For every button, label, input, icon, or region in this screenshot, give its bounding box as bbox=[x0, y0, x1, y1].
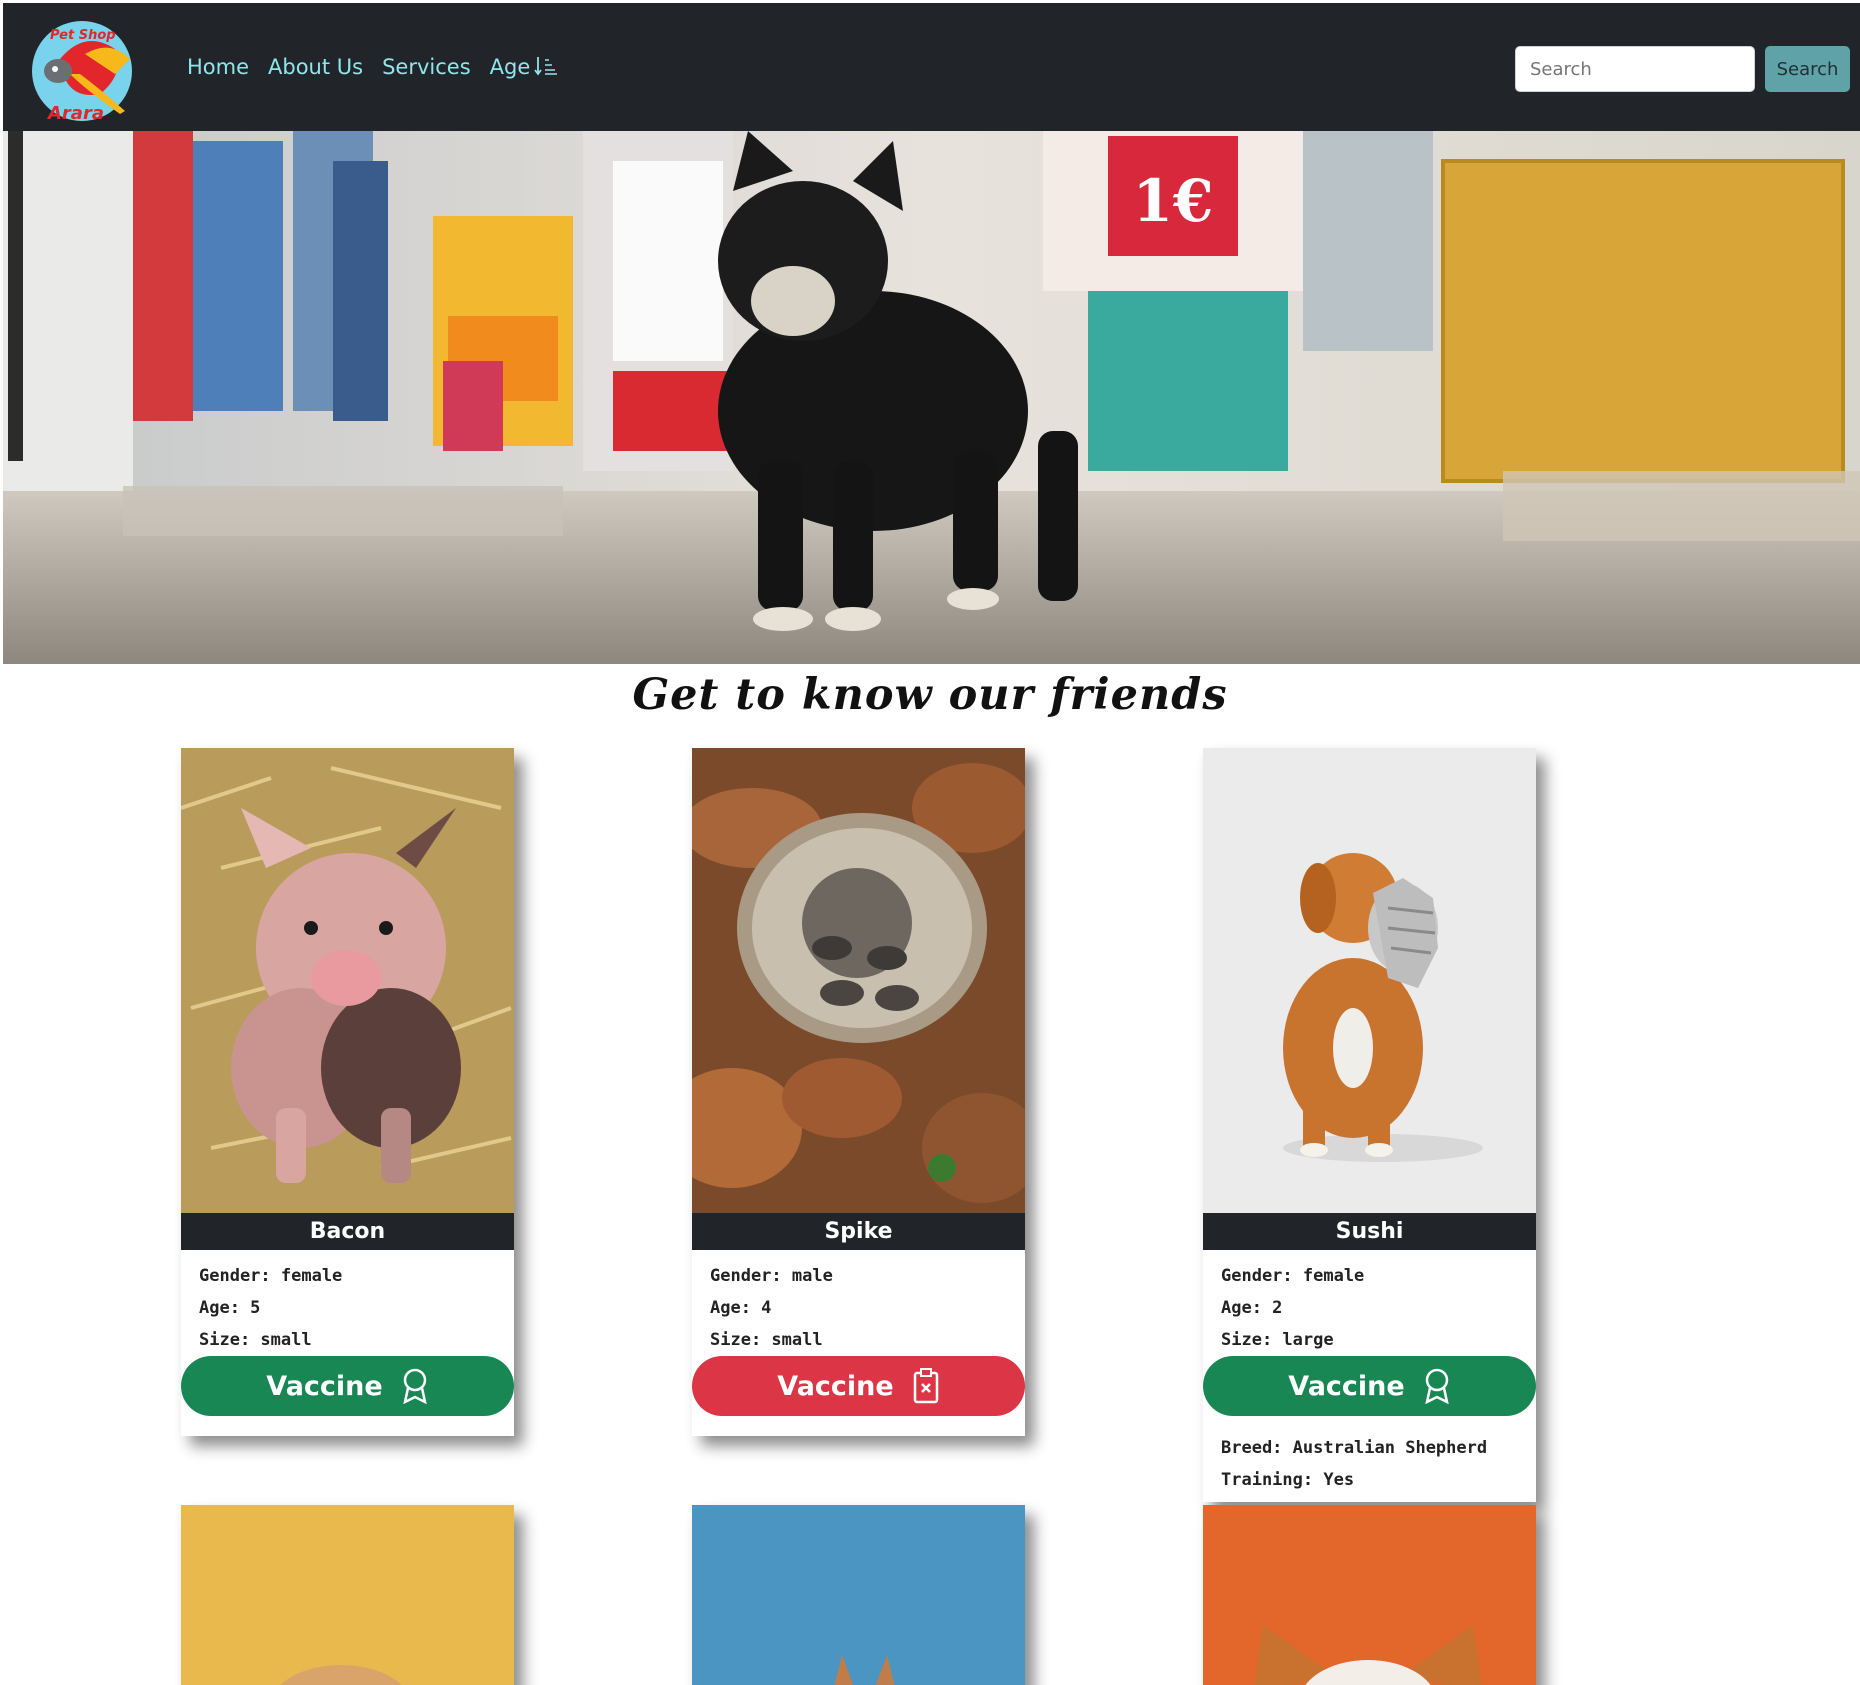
pet-info: Gender: female Age: 5 Size: small bbox=[181, 1250, 514, 1356]
nav-about-link[interactable]: About Us bbox=[268, 55, 363, 79]
navbar: Pet Shop Arara Home About Us Services Ag… bbox=[3, 3, 1860, 131]
svg-text:1€: 1€ bbox=[1133, 167, 1214, 235]
pet-photo-pig bbox=[181, 748, 514, 1213]
award-icon bbox=[403, 1368, 427, 1404]
pet-size: Size: small bbox=[710, 1330, 823, 1350]
pet-training: Training: Yes bbox=[1221, 1470, 1355, 1490]
pet-age: Age: 2 bbox=[1221, 1298, 1283, 1318]
pet-size: Size: small bbox=[199, 1330, 312, 1350]
pet-name: Sushi bbox=[1203, 1213, 1536, 1250]
pet-photo-partial bbox=[692, 1505, 1025, 1685]
page-heading: Get to know our friends bbox=[632, 670, 1228, 720]
pet-photo-dog bbox=[1203, 748, 1536, 1213]
pet-card-bacon: Bacon Gender: female Age: 5 Size: small … bbox=[181, 748, 514, 1436]
vaccine-button[interactable]: Vaccine bbox=[181, 1356, 514, 1416]
pet-age: Age: 4 bbox=[710, 1298, 772, 1318]
pet-name: Spike bbox=[692, 1213, 1025, 1250]
pet-size: Size: large bbox=[1221, 1330, 1334, 1350]
vaccine-label: Vaccine bbox=[266, 1370, 383, 1402]
nav-links: Home About Us Services Age bbox=[187, 55, 558, 79]
vaccine-button[interactable]: Vaccine bbox=[1203, 1356, 1536, 1416]
nav-services-link[interactable]: Services bbox=[382, 55, 471, 79]
pet-card-partial bbox=[692, 1505, 1025, 1685]
pet-card-spike: Spike Gender: male Age: 4 Size: small Va… bbox=[692, 748, 1025, 1436]
pet-name: Bacon bbox=[181, 1213, 514, 1250]
award-icon bbox=[1425, 1368, 1449, 1404]
pet-photo-hedgehog bbox=[692, 748, 1025, 1213]
pet-card-sushi: Sushi Gender: female Age: 2 Size: large … bbox=[1203, 748, 1536, 1502]
hero-image: 1€ bbox=[3, 131, 1860, 664]
pet-age: Age: 5 bbox=[199, 1298, 261, 1318]
vaccine-button[interactable]: Vaccine bbox=[692, 1356, 1025, 1416]
sort-descending-icon bbox=[534, 57, 558, 76]
pet-info: Gender: female Age: 2 Size: large bbox=[1203, 1250, 1536, 1356]
pet-photo-partial bbox=[181, 1505, 514, 1685]
pet-photo-partial bbox=[1203, 1505, 1536, 1685]
pet-card-partial bbox=[1203, 1505, 1536, 1685]
pet-breed: Breed: Australian Shepherd bbox=[1221, 1438, 1488, 1458]
clipboard-x-icon bbox=[913, 1368, 938, 1404]
svg-text:Pet Shop: Pet Shop bbox=[50, 28, 116, 43]
search-button[interactable]: Search bbox=[1765, 46, 1850, 92]
pet-extra-info: Breed: Australian Shepherd Training: Yes bbox=[1203, 1416, 1536, 1496]
pet-info: Gender: male Age: 4 Size: small bbox=[692, 1250, 1025, 1356]
nav-home-link[interactable]: Home bbox=[187, 55, 249, 79]
pet-card-partial bbox=[181, 1505, 514, 1685]
nav-age-label: Age bbox=[489, 55, 531, 79]
pet-gender: Gender: male bbox=[710, 1266, 833, 1286]
pet-shop-logo[interactable]: Pet Shop Arara bbox=[30, 19, 148, 125]
pet-gender: Gender: female bbox=[199, 1266, 343, 1286]
search-input[interactable] bbox=[1515, 46, 1755, 92]
pet-gender: Gender: female bbox=[1221, 1266, 1365, 1286]
vaccine-label: Vaccine bbox=[777, 1370, 894, 1402]
vaccine-label: Vaccine bbox=[1288, 1370, 1405, 1402]
svg-text:Arara: Arara bbox=[46, 103, 104, 124]
nav-age-sort-link[interactable]: Age bbox=[490, 55, 559, 79]
